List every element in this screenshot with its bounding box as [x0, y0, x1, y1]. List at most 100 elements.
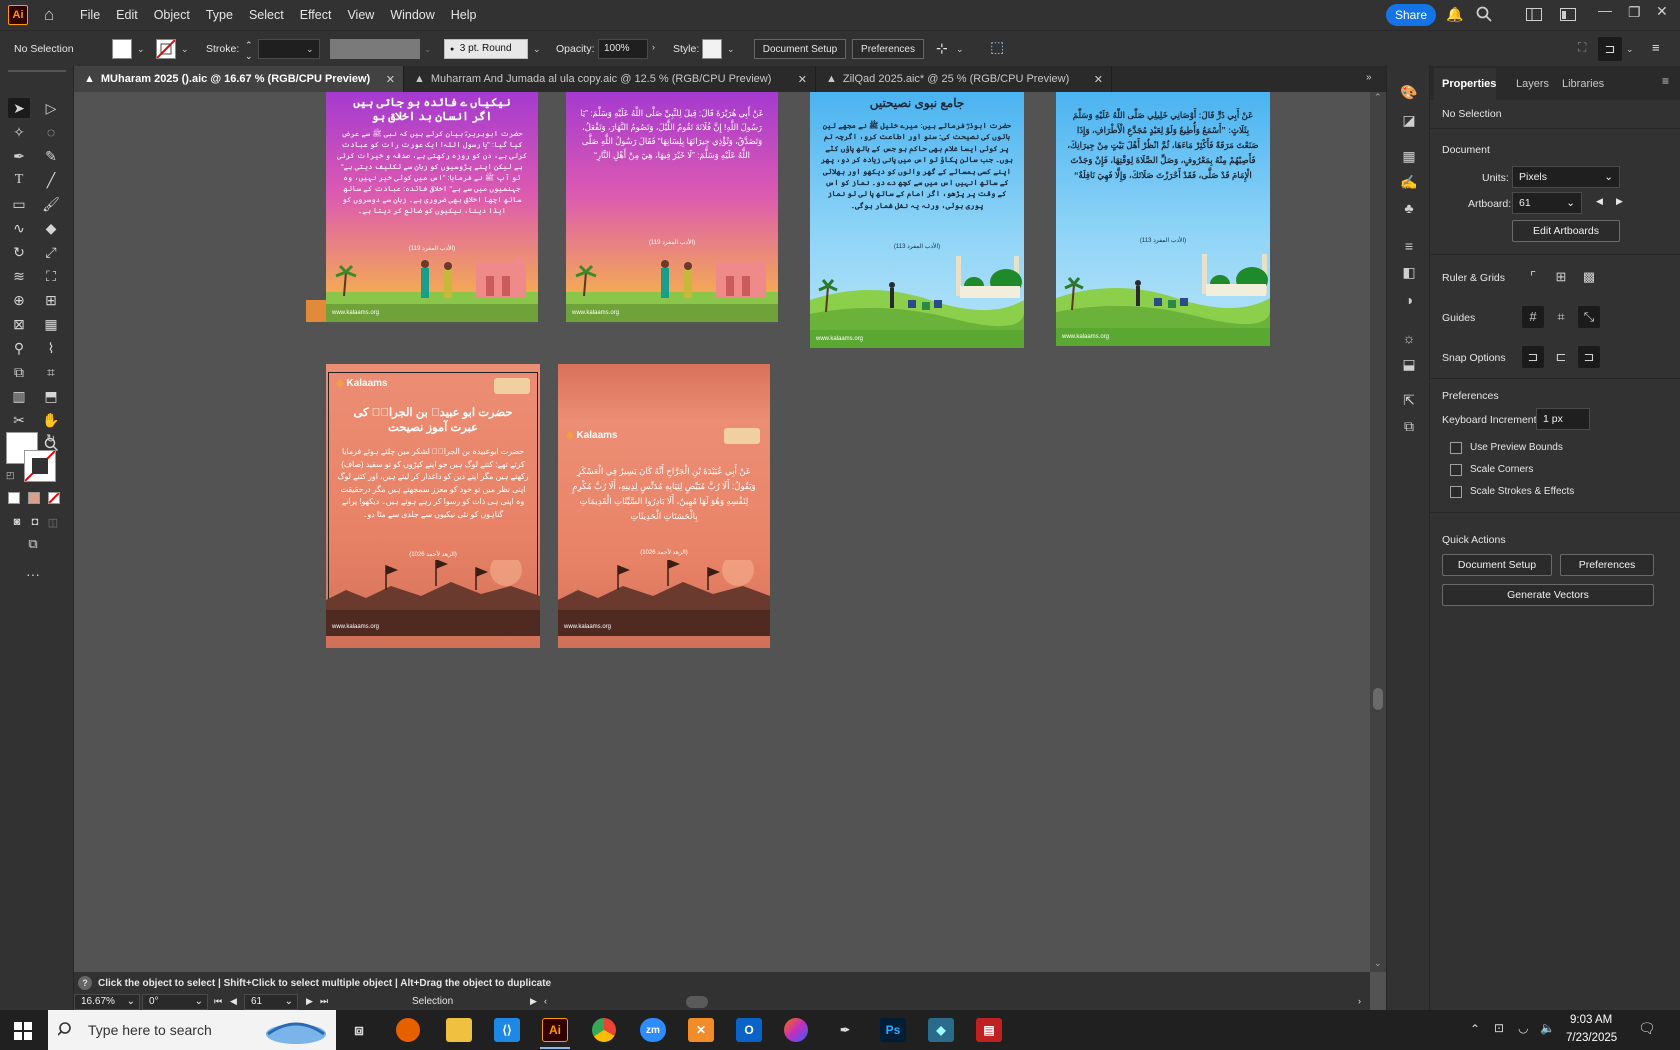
slice-tool-icon[interactable]: ✂ — [8, 410, 30, 430]
swatches-icon[interactable]: ▦ — [1399, 148, 1419, 168]
scroll-left-icon[interactable]: ‹ — [544, 996, 547, 1006]
generate-vectors-button[interactable]: Generate Vectors — [1442, 584, 1654, 606]
shaper-tool-icon[interactable]: ∿ — [8, 218, 30, 238]
perspective-grid-tool-icon[interactable]: ⊞ — [40, 290, 62, 310]
hand-tool-icon[interactable]: ✋ — [40, 410, 62, 430]
grid-icon[interactable]: ⊞ — [1550, 266, 1572, 288]
lock-guides-icon[interactable]: ⌗ — [1550, 306, 1572, 328]
menu-type[interactable]: Type — [206, 8, 233, 22]
taskbar-search-box[interactable]: Type here to search — [48, 1010, 336, 1050]
tabs-overflow-icon[interactable]: » — [1366, 72, 1372, 83]
artboard-tool-icon[interactable]: ⬒ — [40, 386, 62, 406]
scroll-up-icon[interactable]: ⌃ — [1374, 92, 1382, 103]
document-setup-button[interactable]: Document Setup — [754, 39, 846, 59]
stroke-swatch[interactable] — [156, 39, 176, 59]
menu-file[interactable]: File — [80, 8, 100, 22]
chrome-icon[interactable] — [592, 1018, 616, 1042]
help-icon[interactable]: ? — [78, 976, 92, 990]
blend-tool-icon[interactable]: ⧉ — [8, 362, 30, 382]
vscode-icon[interactable]: ⟨⟩ — [494, 1018, 520, 1042]
document-setup-button[interactable]: Document Setup — [1442, 554, 1552, 576]
network-icon[interactable]: ⊡ — [1494, 1021, 1504, 1035]
paintbrush-tool-icon[interactable]: 🖌 — [40, 194, 62, 214]
artboard-4[interactable]: عَنْ أَبِي ذَرٍّ قَالَ: أَوْصَانِي خَلِي… — [1056, 92, 1270, 346]
outlook-icon[interactable]: O — [736, 1018, 762, 1042]
shape-builder-tool-icon[interactable]: ⊕ — [8, 290, 30, 310]
chevron-down-icon[interactable]: ⌄ — [727, 44, 735, 55]
chevron-right-icon[interactable]: › — [652, 42, 655, 52]
artboard-5[interactable]: ◆ Kalaams حضرت ابو عبیدہ بن الجراحؓ کی ع… — [326, 364, 540, 648]
artboard-select[interactable]: 61 ⌄ — [1512, 192, 1582, 214]
volume-icon[interactable]: 🔈 — [1540, 1021, 1555, 1035]
menu-object[interactable]: Object — [154, 8, 190, 22]
transparency-icon[interactable]: ◑ — [1399, 292, 1419, 312]
creative-cloud-icon[interactable] — [784, 1018, 808, 1042]
tab-zilqad-2025[interactable]: ▲ ZilQad 2025.aic* @ 25 % (RGB/CPU Previ… — [816, 66, 1112, 92]
lasso-tool-icon[interactable]: ◌ — [40, 122, 62, 142]
mesh-tool-icon[interactable]: ⊠ — [8, 314, 30, 334]
menu-help[interactable]: Help — [451, 8, 477, 22]
wifi-icon[interactable]: ◡ — [1518, 1021, 1528, 1035]
zoom-field[interactable]: 16.67% ⌄ — [74, 994, 140, 1010]
none-mode-icon[interactable] — [48, 492, 60, 504]
vertical-scroll-thumb[interactable] — [1373, 688, 1383, 710]
stroke-color-swatch[interactable] — [24, 450, 56, 482]
draw-inside-icon[interactable]: ◫ — [42, 512, 64, 532]
close-tab-icon[interactable]: ✕ — [1094, 73, 1103, 86]
smart-guides-icon[interactable]: ⤡ — [1578, 306, 1600, 328]
brush-definition[interactable]: ● 3 pt. Round — [444, 39, 528, 59]
artboard-2[interactable]: عَنْ أَبِي هُرَيْرَةَ قَالَ: قِيلَ لِلنَ… — [566, 92, 778, 322]
xampp-icon[interactable]: ✕ — [688, 1018, 714, 1042]
selection-tool-icon[interactable]: ➤ — [8, 98, 30, 118]
workspace-icon[interactable] — [1526, 8, 1542, 24]
bell-icon[interactable]: 🔔 — [1446, 6, 1463, 23]
arrange-documents-icon[interactable] — [1560, 8, 1576, 24]
maximize-icon[interactable]: ❐ — [1628, 4, 1641, 21]
chevron-down-icon[interactable]: ⌄ — [533, 44, 541, 55]
home-icon[interactable]: ⌂ — [44, 5, 64, 25]
free-transform-tool-icon[interactable]: ⛶ — [40, 266, 62, 286]
direct-selection-tool-icon[interactable]: ▷ — [40, 98, 62, 118]
edit-toolbar-icon[interactable]: ··· — [22, 564, 44, 584]
pen-tool-icon[interactable]: ✒ — [8, 146, 30, 166]
units-select[interactable]: Pixels ⌄ — [1512, 166, 1620, 188]
gradient-tool-icon[interactable]: ▦ — [40, 314, 62, 334]
clock-date[interactable]: 7/23/2025 — [1566, 1032, 1617, 1044]
winrar-icon[interactable]: ▤ — [976, 1018, 1002, 1042]
brushes-icon[interactable]: ✍ — [1399, 174, 1419, 194]
clock-time[interactable]: 9:03 AM — [1570, 1014, 1612, 1026]
close-window-icon[interactable]: ✕ — [1656, 3, 1668, 20]
fill-swatch[interactable] — [112, 39, 132, 59]
width-tool-icon[interactable]: ≋ — [8, 266, 30, 286]
color-panel-icon[interactable]: 🎨 — [1399, 84, 1419, 104]
close-tab-icon[interactable]: ✕ — [798, 73, 807, 86]
preferences-button[interactable]: Preferences — [852, 39, 924, 59]
menu-effect[interactable]: Effect — [300, 8, 332, 22]
tab-libraries[interactable]: Libraries — [1562, 78, 1604, 90]
scale-strokes-checkbox[interactable] — [1450, 486, 1462, 498]
graphic-styles-icon[interactable]: ⬓ — [1399, 356, 1419, 376]
chevron-down-icon[interactable]: ⌄ — [181, 44, 189, 55]
previous-artboard-icon[interactable]: ◀ — [1596, 196, 1603, 207]
recolor-icon[interactable]: ⬚ — [990, 38, 1004, 56]
menu-select[interactable]: Select — [249, 8, 284, 22]
panel-menu-icon[interactable]: ≡ — [1652, 40, 1660, 55]
scroll-down-icon[interactable]: ⌄ — [1374, 958, 1382, 969]
share-button[interactable]: Share — [1386, 4, 1436, 26]
gem-app-icon[interactable]: ◆ — [928, 1018, 954, 1042]
chevron-down-icon[interactable]: ⌄ — [1626, 44, 1634, 55]
tab-properties[interactable]: Properties — [1442, 78, 1496, 90]
photoshop-icon[interactable]: Ps — [880, 1018, 906, 1042]
status-menu-icon[interactable]: ▶ — [530, 996, 537, 1007]
preferences-button[interactable]: Preferences — [1560, 554, 1654, 576]
show-hidden-icons[interactable]: ⌃ — [1470, 1022, 1480, 1036]
symbol-sprayer-tool-icon[interactable]: ⌗ — [40, 362, 62, 382]
rulers-icon[interactable]: ⌜ — [1522, 266, 1544, 288]
measure-tool-icon[interactable]: ⌇ — [40, 338, 62, 358]
artboard-1[interactable]: نیکیاں ے فائدہ ہو جاتی ہیں اگر انسان بد … — [326, 92, 538, 322]
gradient-panel-icon[interactable]: ◧ — [1399, 264, 1419, 284]
chevron-down-icon[interactable]: ⌄ — [956, 44, 964, 55]
artboard-6[interactable]: ◆ Kalaams عَنْ أَبِي عُبَيْدَةَ بْنِ الْ… — [558, 364, 770, 648]
menu-window[interactable]: Window — [390, 8, 434, 22]
swap-colors-icon[interactable]: ↻ — [46, 432, 55, 445]
